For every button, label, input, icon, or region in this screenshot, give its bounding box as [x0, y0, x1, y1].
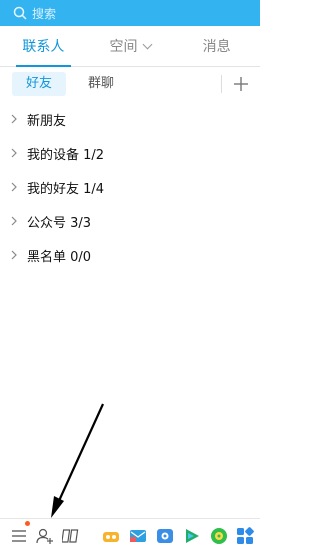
group-label: 我的好友 1/4	[27, 182, 105, 197]
group-label: 公众号 3/3	[27, 216, 92, 231]
menu-icon[interactable]	[10, 527, 28, 545]
apps-grid-icon[interactable]	[236, 527, 254, 545]
chevron-right-icon	[11, 250, 17, 260]
chevron-right-icon	[11, 114, 17, 124]
group-label: 我的设备 1/2	[27, 148, 105, 163]
tab-contacts-label: 联系人	[22, 39, 65, 55]
search-bar[interactable]: 搜索	[0, 0, 260, 26]
video-icon[interactable]	[183, 527, 201, 545]
tab-space[interactable]: 空间	[87, 26, 174, 66]
notification-dot	[25, 521, 30, 526]
search-icon	[13, 6, 27, 20]
music-icon[interactable]	[210, 527, 228, 545]
bottom-toolbar	[0, 518, 260, 558]
weiyun-icon[interactable]	[156, 527, 174, 545]
tab-messages-label: 消息	[202, 39, 231, 55]
group-row-new-friends[interactable]: 新朋友	[0, 102, 260, 136]
group-label: 新朋友	[27, 114, 67, 129]
contact-subtabs: 好友 群聊	[0, 69, 260, 99]
subtab-divider	[221, 75, 222, 93]
subtab-friends[interactable]: 好友	[12, 72, 67, 96]
group-label: 黑名单 0/0	[27, 250, 92, 265]
add-icon[interactable]	[232, 75, 250, 93]
tab-contacts[interactable]: 联系人	[0, 26, 87, 67]
group-row-official-accounts[interactable]: 公众号 3/3	[0, 204, 260, 238]
chevron-right-icon	[11, 148, 17, 158]
tab-messages[interactable]: 消息	[173, 26, 260, 66]
main-tabs: 联系人 空间 消息	[0, 26, 260, 67]
contact-group-list: 新朋友 我的设备 1/2 我的好友 1/4 公众号 3/3 黑名单 0/0	[0, 102, 260, 272]
group-row-my-friends[interactable]: 我的好友 1/4	[0, 170, 260, 204]
chevron-down-icon	[142, 39, 152, 49]
search-placeholder: 搜索	[32, 7, 57, 21]
app-manager-icon[interactable]	[62, 527, 80, 545]
add-contact-icon[interactable]	[35, 527, 55, 545]
tab-space-label: 空间	[109, 39, 138, 55]
game-icon[interactable]	[102, 527, 120, 545]
chevron-right-icon	[11, 182, 17, 192]
mail-icon[interactable]	[129, 527, 147, 545]
group-row-blacklist[interactable]: 黑名单 0/0	[0, 238, 260, 272]
chevron-right-icon	[11, 216, 17, 226]
subtab-groups[interactable]: 群聊	[74, 72, 128, 96]
group-row-my-devices[interactable]: 我的设备 1/2	[0, 136, 260, 170]
